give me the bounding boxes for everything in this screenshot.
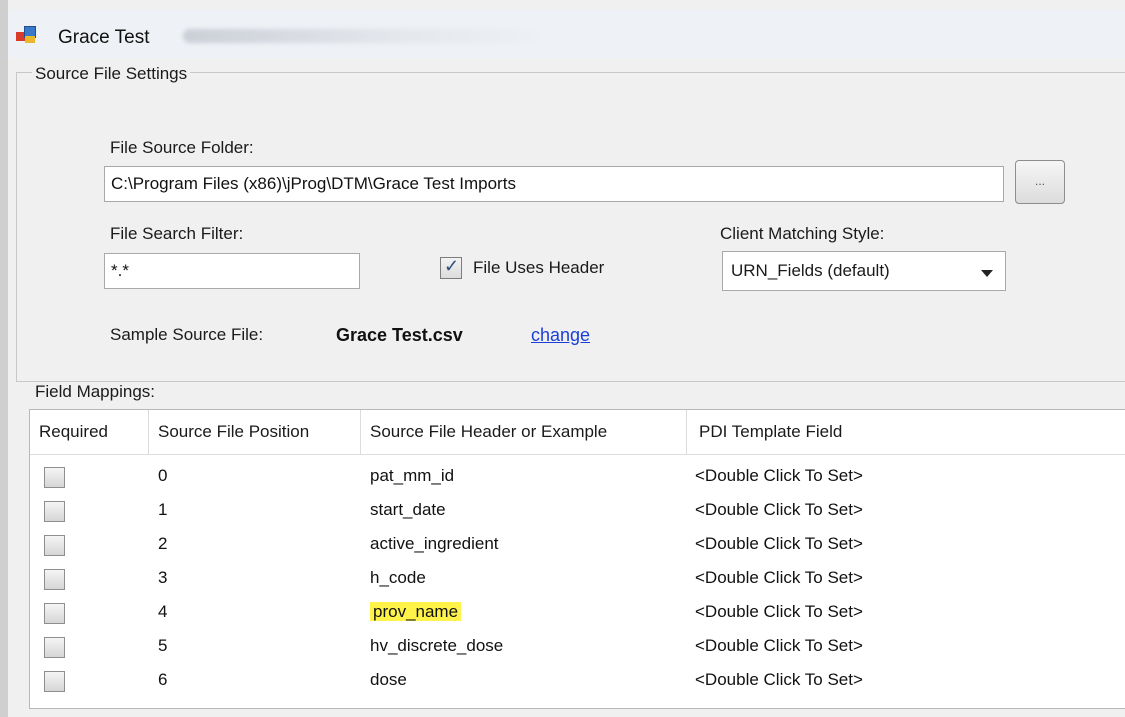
required-checkbox[interactable] bbox=[44, 501, 65, 522]
source-file-settings-label: Source File Settings bbox=[32, 64, 191, 84]
pdi-field-cell[interactable]: <Double Click To Set> bbox=[695, 466, 863, 486]
header-cell: pat_mm_id bbox=[370, 466, 455, 485]
sample-source-file-name: Grace Test.csv bbox=[336, 325, 463, 345]
table-row[interactable]: 1 start_date <Double Click To Set> bbox=[30, 495, 1125, 529]
header-cell: h_code bbox=[370, 568, 426, 587]
position-cell: 4 bbox=[158, 602, 168, 621]
table-row[interactable]: 2 active_ingredient <Double Click To Set… bbox=[30, 529, 1125, 563]
file-search-filter-label: File Search Filter: bbox=[110, 224, 244, 243]
pdi-field-cell[interactable]: <Double Click To Set> bbox=[695, 670, 863, 690]
header-cell: hv_discrete_dose bbox=[370, 636, 504, 655]
table-row[interactable]: 3 h_code <Double Click To Set> bbox=[30, 563, 1125, 597]
field-mappings-grid[interactable]: Required Source File Position Source Fil… bbox=[29, 409, 1125, 709]
column-header-source-header[interactable]: Source File Header or Example bbox=[361, 410, 687, 454]
grace-test-window: Grace Test Source File Settings File Sou… bbox=[8, 0, 1125, 717]
checkmark-icon: ✓ bbox=[444, 256, 460, 276]
position-cell: 6 bbox=[158, 670, 168, 689]
highlighted-header-text: prov_name bbox=[370, 602, 462, 621]
pdi-field-cell[interactable]: <Double Click To Set> bbox=[695, 602, 863, 622]
file-uses-header-label[interactable]: File Uses Header bbox=[473, 258, 604, 278]
file-search-filter-input[interactable]: *.* bbox=[104, 253, 360, 289]
file-uses-header-checkbox[interactable]: ✓ bbox=[440, 256, 462, 279]
client-matching-style-label: Client Matching Style: bbox=[720, 224, 885, 243]
header-cell: prov_name bbox=[370, 602, 462, 622]
title-bar: Grace Test bbox=[8, 10, 1125, 58]
required-checkbox[interactable] bbox=[44, 671, 65, 692]
required-checkbox[interactable] bbox=[44, 637, 65, 658]
blurred-menu-bar bbox=[183, 29, 543, 43]
window-title: Grace Test bbox=[58, 27, 150, 48]
required-checkbox[interactable] bbox=[44, 603, 65, 624]
required-checkbox[interactable] bbox=[44, 535, 65, 556]
required-checkbox[interactable] bbox=[44, 467, 65, 488]
table-row[interactable]: 6 dose <Double Click To Set> bbox=[30, 665, 1125, 699]
pdi-field-cell[interactable]: <Double Click To Set> bbox=[695, 568, 863, 588]
required-checkbox[interactable] bbox=[44, 569, 65, 590]
position-cell: 3 bbox=[158, 568, 168, 587]
file-source-folder-label: File Source Folder: bbox=[110, 138, 254, 157]
column-header-pdi-field[interactable]: PDI Template Field bbox=[687, 410, 1125, 454]
header-cell: start_date bbox=[370, 500, 446, 519]
file-source-folder-input[interactable]: C:\Program Files (x86)\jProg\DTM\Grace T… bbox=[104, 166, 1004, 202]
header-cell: active_ingredient bbox=[370, 534, 499, 553]
field-mappings-label: Field Mappings: bbox=[32, 382, 159, 402]
change-sample-file-link[interactable]: change bbox=[531, 325, 590, 346]
app-icon bbox=[16, 26, 36, 44]
pdi-field-cell[interactable]: <Double Click To Set> bbox=[695, 636, 863, 656]
browse-folder-button[interactable]: ... bbox=[1015, 160, 1065, 204]
table-row[interactable]: 4 prov_name <Double Click To Set> bbox=[30, 597, 1125, 631]
position-cell: 1 bbox=[158, 500, 168, 519]
client-matching-style-value: URN_Fields (default) bbox=[731, 261, 890, 280]
position-cell: 2 bbox=[158, 534, 168, 553]
table-row[interactable]: 5 hv_discrete_dose <Double Click To Set> bbox=[30, 631, 1125, 665]
client-matching-style-dropdown[interactable]: URN_Fields (default) bbox=[722, 251, 1006, 291]
sample-source-file-label: Sample Source File: bbox=[110, 325, 264, 344]
position-cell: 0 bbox=[158, 466, 168, 485]
position-cell: 5 bbox=[158, 636, 168, 655]
header-cell: dose bbox=[370, 670, 407, 689]
table-row[interactable]: 0 pat_mm_id <Double Click To Set> bbox=[30, 461, 1125, 495]
column-header-position[interactable]: Source File Position bbox=[149, 410, 361, 454]
pdi-field-cell[interactable]: <Double Click To Set> bbox=[695, 500, 863, 520]
grid-header: Required Source File Position Source Fil… bbox=[30, 410, 1125, 455]
column-header-required[interactable]: Required bbox=[30, 410, 149, 454]
pdi-field-cell[interactable]: <Double Click To Set> bbox=[695, 534, 863, 554]
chevron-down-icon bbox=[981, 270, 993, 277]
